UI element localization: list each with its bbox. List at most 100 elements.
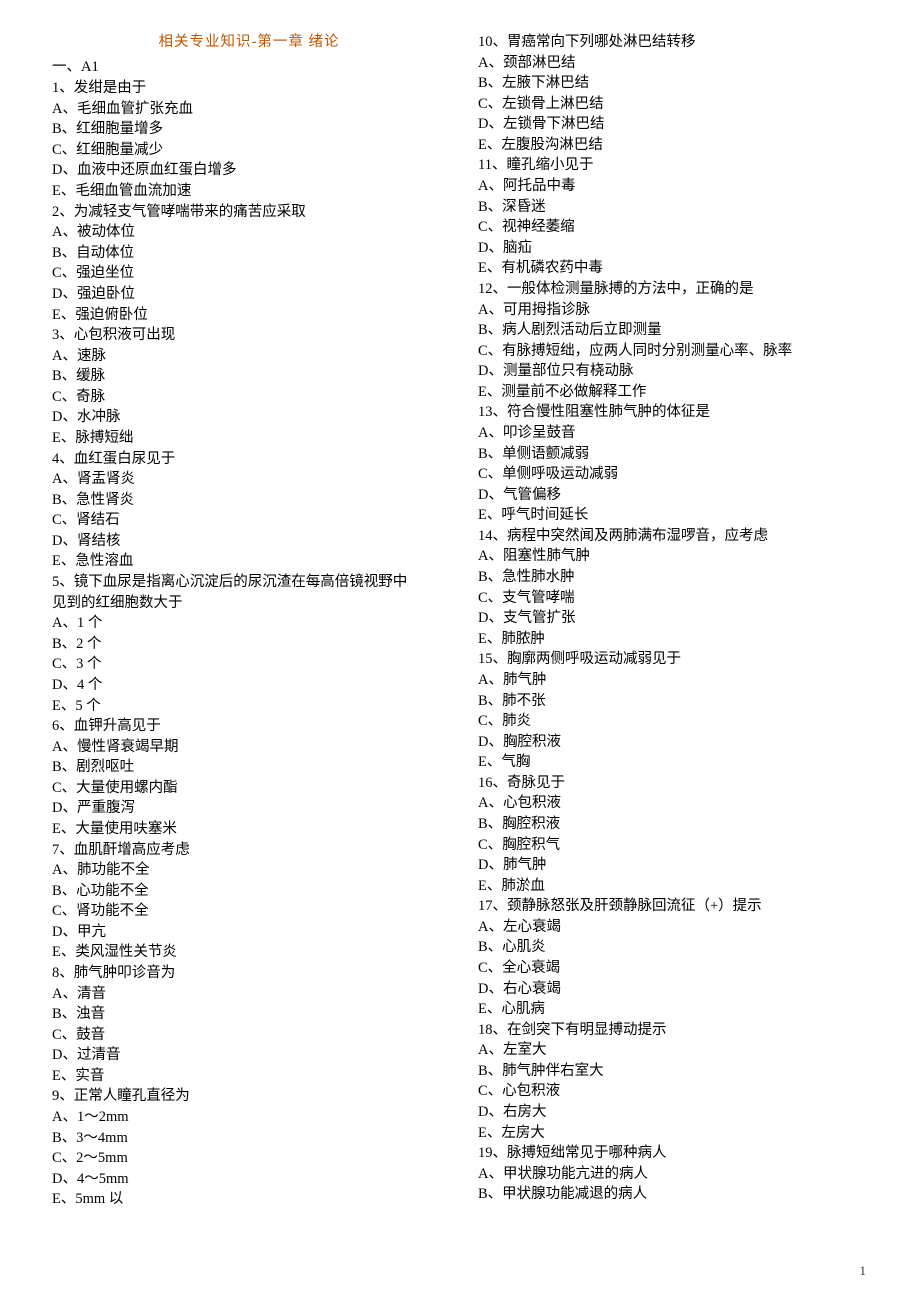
text-line: D、血液中还原血红蛋白增多 xyxy=(52,160,446,181)
text-line: E、实音 xyxy=(52,1066,446,1087)
text-line: 7、血肌酐增高应考虑 xyxy=(52,840,446,861)
text-line: C、强迫坐位 xyxy=(52,263,446,284)
text-line: E、气胸 xyxy=(478,752,872,773)
text-line: A、被动体位 xyxy=(52,222,446,243)
text-line: E、测量前不必做解释工作 xyxy=(478,382,872,403)
text-line: 1、发绀是由于 xyxy=(52,78,446,99)
text-line: A、1 个 xyxy=(52,613,446,634)
text-line: A、可用拇指诊脉 xyxy=(478,300,872,321)
text-line: 18、在剑突下有明显搏动提示 xyxy=(478,1020,872,1041)
text-line: E、毛细血管血流加速 xyxy=(52,181,446,202)
text-line: B、胸腔积液 xyxy=(478,814,872,835)
text-line: D、甲亢 xyxy=(52,922,446,943)
text-line: 16、奇脉见于 xyxy=(478,773,872,794)
text-line: B、缓脉 xyxy=(52,366,446,387)
text-line: C、全心衰竭 xyxy=(478,958,872,979)
text-line: A、阻塞性肺气肿 xyxy=(478,546,872,567)
text-line: E、5mm 以 xyxy=(52,1189,446,1210)
text-line: A、毛细血管扩张充血 xyxy=(52,99,446,120)
text-line: B、单侧语颤减弱 xyxy=(478,444,872,465)
text-line: D、肾结核 xyxy=(52,531,446,552)
text-line: A、肺气肿 xyxy=(478,670,872,691)
text-line: 19、脉搏短绌常见于哪种病人 xyxy=(478,1143,872,1164)
text-line: A、左心衰竭 xyxy=(478,917,872,938)
text-line: B、肺不张 xyxy=(478,691,872,712)
text-line: B、深昏迷 xyxy=(478,197,872,218)
text-line: D、4～5mm xyxy=(52,1169,446,1190)
text-line: D、胸腔积液 xyxy=(478,732,872,753)
text-line: D、气管偏移 xyxy=(478,485,872,506)
text-line: 9、正常人瞳孔直径为 xyxy=(52,1086,446,1107)
text-line: 10、胃癌常向下列哪处淋巴结转移 xyxy=(478,32,872,53)
text-line: E、呼气时间延长 xyxy=(478,505,872,526)
column-1-body: 1、发绀是由于A、毛细血管扩张充血B、红细胞量增多C、红细胞量减少D、血液中还原… xyxy=(52,78,446,1210)
text-line: C、心包积液 xyxy=(478,1081,872,1102)
text-line: B、红细胞量增多 xyxy=(52,119,446,140)
text-line: A、颈部淋巴结 xyxy=(478,53,872,74)
text-line: C、鼓音 xyxy=(52,1025,446,1046)
text-line: 6、血钾升高见于 xyxy=(52,716,446,737)
text-line: B、左腋下淋巴结 xyxy=(478,73,872,94)
text-line: B、病人剧烈活动后立即测量 xyxy=(478,320,872,341)
text-line: B、急性肺水肿 xyxy=(478,567,872,588)
text-line: C、肾结石 xyxy=(52,510,446,531)
text-line: 2、为减轻支气管哮喘带来的痛苦应采取 xyxy=(52,202,446,223)
text-line: E、肺淤血 xyxy=(478,876,872,897)
text-line: B、肺气肿伴右室大 xyxy=(478,1061,872,1082)
text-line: 11、瞳孔缩小见于 xyxy=(478,155,872,176)
text-line: C、支气管哮喘 xyxy=(478,588,872,609)
text-line: B、剧烈呕吐 xyxy=(52,757,446,778)
text-line: B、2 个 xyxy=(52,634,446,655)
text-line: B、自动体位 xyxy=(52,243,446,264)
text-line: D、过清音 xyxy=(52,1045,446,1066)
text-line: 见到的红细胞数大于 xyxy=(52,593,446,614)
text-line: 5、镜下血尿是指离心沉淀后的尿沉渣在每高倍镜视野中 xyxy=(52,572,446,593)
text-line: D、4 个 xyxy=(52,675,446,696)
text-line: C、红细胞量减少 xyxy=(52,140,446,161)
text-line: 12、一般体检测量脉搏的方法中，正确的是 xyxy=(478,279,872,300)
text-line: A、甲状腺功能亢进的病人 xyxy=(478,1164,872,1185)
text-line: 3、心包积液可出现 xyxy=(52,325,446,346)
text-line: C、胸腔积气 xyxy=(478,835,872,856)
text-line: E、5 个 xyxy=(52,696,446,717)
text-line: B、3～4mm xyxy=(52,1128,446,1149)
left-column: 相关专业知识-第一章 绪论 一、A1 1、发绀是由于A、毛细血管扩张充血B、红细… xyxy=(52,32,446,1210)
text-line: C、肺炎 xyxy=(478,711,872,732)
text-line: D、测量部位只有桡动脉 xyxy=(478,361,872,382)
text-line: A、速脉 xyxy=(52,346,446,367)
text-line: A、心包积液 xyxy=(478,793,872,814)
text-line: 13、符合慢性阻塞性肺气肿的体征是 xyxy=(478,402,872,423)
text-line: 17、颈静脉怒张及肝颈静脉回流征（+）提示 xyxy=(478,896,872,917)
text-line: C、有脉搏短绌，应两人同时分别测量心率、脉率 xyxy=(478,341,872,362)
text-line: D、左锁骨下淋巴结 xyxy=(478,114,872,135)
text-line: A、慢性肾衰竭早期 xyxy=(52,737,446,758)
text-line: D、强迫卧位 xyxy=(52,284,446,305)
right-column: 10、胃癌常向下列哪处淋巴结转移A、颈部淋巴结B、左腋下淋巴结C、左锁骨上淋巴结… xyxy=(478,32,872,1210)
text-line: D、右心衰竭 xyxy=(478,979,872,1000)
text-line: E、有机磷农药中毒 xyxy=(478,258,872,279)
text-line: 8、肺气肿叩诊音为 xyxy=(52,963,446,984)
text-line: E、心肌病 xyxy=(478,999,872,1020)
text-line: B、急性肾炎 xyxy=(52,490,446,511)
text-line: D、水冲脉 xyxy=(52,407,446,428)
text-line: C、奇脉 xyxy=(52,387,446,408)
text-line: C、左锁骨上淋巴结 xyxy=(478,94,872,115)
text-line: E、强迫俯卧位 xyxy=(52,305,446,326)
text-line: B、浊音 xyxy=(52,1004,446,1025)
text-line: B、心功能不全 xyxy=(52,881,446,902)
text-line: C、单侧呼吸运动减弱 xyxy=(478,464,872,485)
page-content: 相关专业知识-第一章 绪论 一、A1 1、发绀是由于A、毛细血管扩张充血B、红细… xyxy=(0,0,920,1210)
text-line: E、脉搏短绌 xyxy=(52,428,446,449)
text-line: C、大量使用螺内酯 xyxy=(52,778,446,799)
text-line: A、肾盂肾炎 xyxy=(52,469,446,490)
text-line: E、急性溶血 xyxy=(52,551,446,572)
text-line: E、类风湿性关节炎 xyxy=(52,942,446,963)
text-line: C、视神经萎缩 xyxy=(478,217,872,238)
text-line: A、叩诊呈鼓音 xyxy=(478,423,872,444)
text-line: 4、血红蛋白尿见于 xyxy=(52,449,446,470)
text-line: C、3 个 xyxy=(52,654,446,675)
text-line: C、2～5mm xyxy=(52,1148,446,1169)
text-line: E、左房大 xyxy=(478,1123,872,1144)
column-2-body: 10、胃癌常向下列哪处淋巴结转移A、颈部淋巴结B、左腋下淋巴结C、左锁骨上淋巴结… xyxy=(478,32,872,1205)
text-line: D、脑疝 xyxy=(478,238,872,259)
